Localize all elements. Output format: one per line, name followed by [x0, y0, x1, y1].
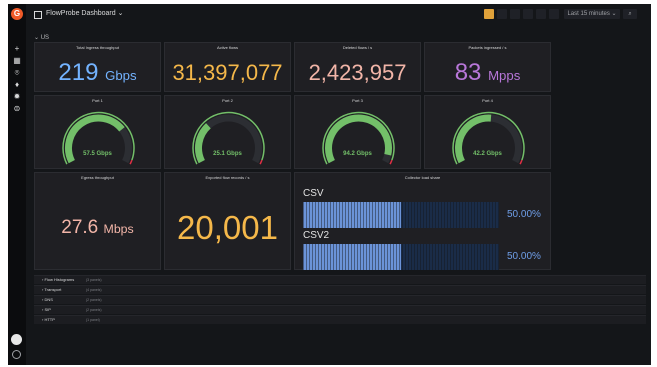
- gauge-panel-port-3[interactable]: Port 3 94.2 Gbps: [294, 95, 421, 169]
- gauge-value: 25.1 Gbps: [213, 151, 242, 157]
- row-panel-count: (2 panels): [86, 308, 102, 312]
- bar-gauge-csv2: [303, 244, 499, 270]
- dashboard-grid-icon: [34, 11, 42, 19]
- user-avatar[interactable]: [11, 334, 22, 345]
- row-sip[interactable]: › SIP (2 panels): [34, 305, 646, 314]
- panel-title: Active flows: [216, 45, 239, 50]
- stat-value: 31,397,077: [172, 60, 283, 85]
- stat-panel-exported[interactable]: Exported flow records / s 20,001: [164, 172, 291, 270]
- shield-icon[interactable]: ⊜: [12, 104, 22, 114]
- grafana-logo-icon[interactable]: G: [11, 8, 23, 20]
- panel-title: Port 3: [352, 98, 363, 103]
- row-http[interactable]: › HTTP (1 panel): [34, 315, 646, 324]
- panel-title: Packets ingressed / s: [468, 45, 507, 50]
- panel-title: Egress throughput: [81, 175, 114, 180]
- stat-value: 20,001: [177, 209, 278, 246]
- bar-gauge-csv: [303, 202, 499, 228]
- row-panel-count: (4 panels): [86, 288, 102, 292]
- row-title: › Flow Histograms: [42, 277, 75, 282]
- bar-fill-csv: [303, 202, 401, 228]
- bar-value-csv2: 50.00%: [507, 251, 541, 262]
- bar-value-csv: 50.00%: [507, 209, 541, 220]
- gauge-threshold-red: [129, 159, 133, 165]
- panel-title: Port 1: [92, 98, 103, 103]
- panel-title: Total Ingress throughput: [76, 45, 119, 50]
- stat-panel-active-flows[interactable]: Active flows 31,397,077: [164, 42, 291, 92]
- row-title: › HTTP: [42, 317, 55, 322]
- bargauge-panel-collector[interactable]: Collector load share CSV 50.00% CSV2 50.…: [294, 172, 551, 270]
- row-flow-histograms[interactable]: › Flow Histograms (3 panels): [34, 275, 646, 284]
- bar-fill-csv2: [303, 244, 401, 270]
- grafana-app: G + ▦ ⌾ ♦ ✹ ⊜ FlowProbe Dashboard ⌄ Last…: [8, 4, 651, 365]
- row-title: › Transport: [42, 287, 62, 292]
- gauge-value: 42.2 Gbps: [473, 151, 502, 157]
- star-button[interactable]: [497, 9, 507, 19]
- gauge-panel-port-4[interactable]: Port 4 42.2 Gbps: [424, 95, 551, 169]
- time-range-picker[interactable]: Last 15 minutes ⌄: [564, 9, 620, 19]
- gauge-value: 57.5 Gbps: [83, 151, 112, 157]
- row-title-us[interactable]: ⌄ US: [34, 34, 49, 41]
- row-dns[interactable]: › DNS (2 panels): [34, 295, 646, 304]
- settings-button[interactable]: [536, 9, 546, 19]
- configuration-icon[interactable]: ✹: [12, 92, 22, 102]
- panel-title: Deleted flows / s: [342, 45, 373, 50]
- gauge-threshold-red: [259, 159, 263, 165]
- gauge-panel-port-2[interactable]: Port 2 25.1 Gbps: [164, 95, 291, 169]
- add-panel-button[interactable]: [484, 9, 494, 19]
- sidebar: G + ▦ ⌾ ♦ ✹ ⊜: [8, 4, 26, 365]
- row-title: › SIP: [42, 307, 51, 312]
- stat-panel-ingress[interactable]: Total Ingress throughput 219 Gbps: [34, 42, 161, 92]
- gauge-value: 94.2 Gbps: [343, 151, 372, 157]
- row-panel-count: (3 panels): [86, 278, 102, 282]
- gauge-threshold-red: [519, 159, 523, 165]
- top-nav: FlowProbe Dashboard ⌄ Last 15 minutes ⌄ …: [26, 4, 651, 26]
- bar-label-csv2: CSV2: [303, 230, 330, 241]
- alerting-icon[interactable]: ♦: [12, 80, 22, 90]
- stat-panel-packets[interactable]: Packets ingressed / s 83 Mpps: [424, 42, 551, 92]
- stat-value: 219 Gbps: [58, 59, 137, 86]
- panel-title: Collector load share: [404, 175, 441, 180]
- gauge-panel-port-1[interactable]: Port 1 57.5 Gbps: [34, 95, 161, 169]
- save-button[interactable]: [523, 9, 533, 19]
- dashboards-icon[interactable]: ▦: [12, 56, 22, 66]
- stat-panel-egress[interactable]: Egress throughput 27.6 Mbps: [34, 172, 161, 270]
- dashboard-title[interactable]: FlowProbe Dashboard ⌄: [46, 9, 123, 17]
- stat-panel-deleted-flows[interactable]: Deleted flows / s 2,423,957: [294, 42, 421, 92]
- panel-title: Port 4: [482, 98, 493, 103]
- create-icon[interactable]: +: [12, 44, 22, 54]
- stat-value: 2,423,957: [308, 60, 407, 85]
- row-transport[interactable]: › Transport (4 panels): [34, 285, 646, 294]
- panel-title: Port 2: [222, 98, 233, 103]
- gauge-threshold-red: [389, 159, 393, 165]
- row-title: › DNS: [42, 297, 53, 302]
- row-panel-count: (1 panel): [86, 318, 100, 322]
- stat-value: 83 Mpps: [454, 59, 521, 86]
- help-icon[interactable]: [12, 350, 21, 359]
- explore-icon[interactable]: ⌾: [12, 68, 22, 78]
- tv-mode-button[interactable]: [549, 9, 559, 19]
- row-panel-count: (2 panels): [86, 298, 102, 302]
- bar-label-csv: CSV: [303, 188, 324, 199]
- zoom-out-button[interactable]: ⌕: [623, 9, 637, 19]
- share-button[interactable]: [510, 9, 520, 19]
- stat-value: 27.6 Mbps: [61, 217, 134, 238]
- panel-title: Exported flow records / s: [205, 175, 250, 180]
